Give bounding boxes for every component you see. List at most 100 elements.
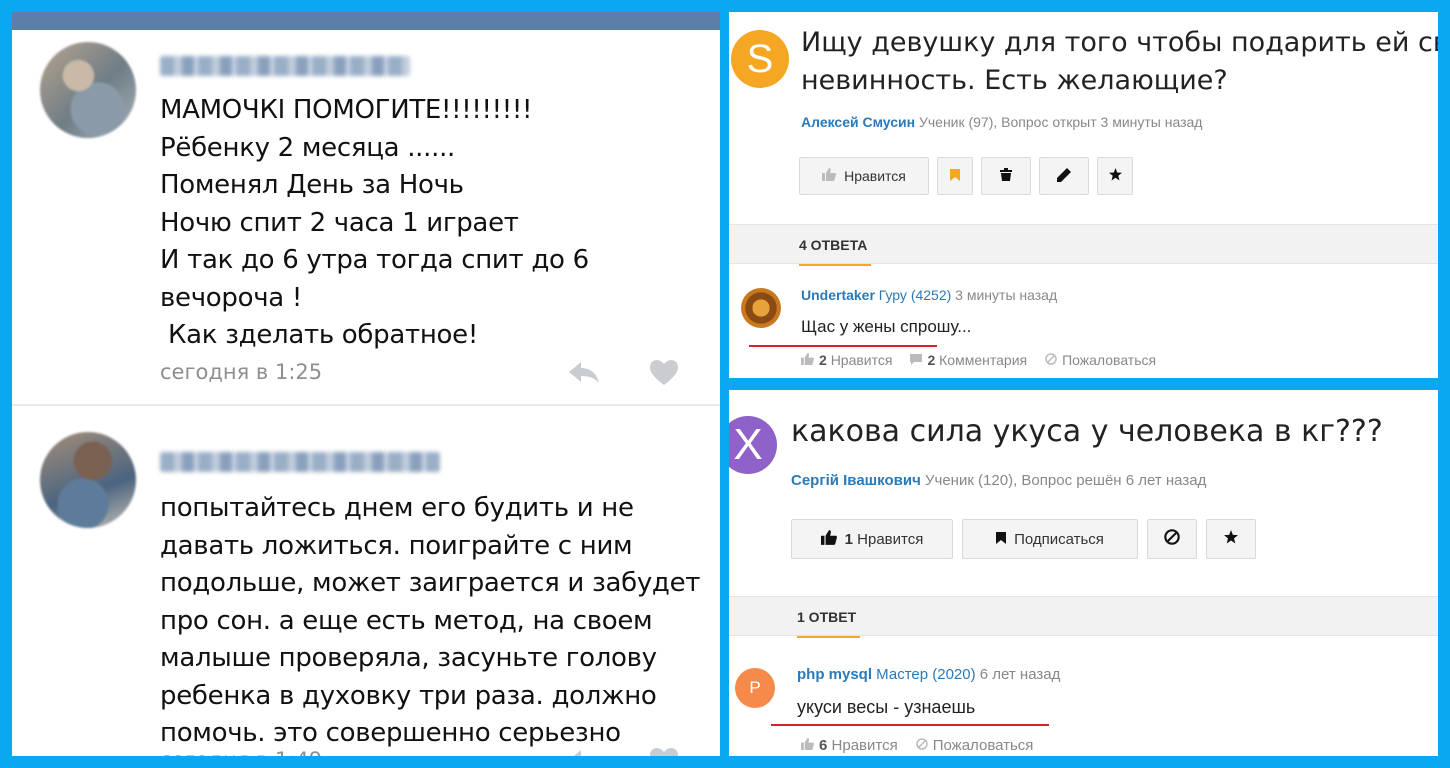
heart-icon[interactable] xyxy=(650,748,678,756)
post-line: И так до 6 утра тогда спит до 6 xyxy=(160,245,589,275)
post-timestamp[interactable]: сегодня в 1:25 xyxy=(160,360,322,384)
post-line: про сон. а еще есть метод, на своем xyxy=(160,605,653,636)
like-label: Нравится xyxy=(857,530,924,548)
subscribe-button[interactable]: Подписаться xyxy=(962,519,1138,559)
bookmark-icon xyxy=(996,531,1007,548)
answer-report-button[interactable]: Пожаловаться xyxy=(1045,352,1156,368)
edit-button[interactable] xyxy=(1039,157,1089,195)
block-icon xyxy=(915,737,928,754)
thumbs-up-icon xyxy=(801,352,814,368)
answers-count[interactable]: 4 ОТВЕТА xyxy=(799,237,872,266)
answer-like-count: 6 xyxy=(819,737,828,754)
author-name-blurred[interactable] xyxy=(160,452,440,472)
thumbs-up-icon xyxy=(822,168,837,184)
question-status: Ученик (97), Вопрос открыт 3 минуты наза… xyxy=(915,114,1203,130)
pencil-icon xyxy=(1057,167,1071,185)
post-line: МАМОЧКІ ПОМОГИТЕ!!!!!!!!! xyxy=(160,95,533,125)
answer-text: Щас у жены спрошу... xyxy=(801,317,972,336)
post-line: подольше, может заиграется и забудет xyxy=(160,568,701,598)
bookmark-button[interactable] xyxy=(937,157,973,195)
question-panel: X какова сила укуса у человека в кг??? С… xyxy=(729,390,1438,756)
author-name-blurred[interactable] xyxy=(160,56,410,76)
answer-author-avatar[interactable] xyxy=(741,288,781,328)
thumbs-up-icon xyxy=(820,529,837,549)
post-line: давать ложиться. поиграйте с ним xyxy=(160,530,633,561)
answer-author-rank[interactable]: Мастер (2020) xyxy=(872,666,975,683)
answer-author-avatar[interactable]: P xyxy=(735,668,775,708)
vk-post: попытайтесь днем его будить и не давать … xyxy=(12,404,720,756)
answer-time: 6 лет назад xyxy=(975,666,1061,683)
answer-author-link[interactable]: Undertaker xyxy=(801,287,875,303)
question-author-avatar[interactable]: S xyxy=(731,30,789,88)
comment-icon xyxy=(910,352,923,368)
avatar[interactable] xyxy=(40,432,136,528)
post-line: Поменял День за Ночь xyxy=(160,170,464,200)
star-icon xyxy=(1224,530,1238,548)
vk-post: МАМОЧКІ ПОМОГИТЕ!!!!!!!!! Рёбенку 2 меся… xyxy=(12,30,720,402)
answer-report-button[interactable]: Пожаловаться xyxy=(915,737,1034,754)
question-toolbar: 1 Нравится Подписаться xyxy=(791,519,1256,559)
vk-header-bar xyxy=(12,12,720,30)
post-line: Рёбенку 2 месяца ...... xyxy=(160,132,455,163)
answer-like-button[interactable]: 2 Нравится xyxy=(801,352,892,368)
answer-comments-button[interactable]: 2 Комментария xyxy=(910,352,1027,368)
answers-header: 1 ОТВЕТ xyxy=(729,596,1438,638)
answer-like-count: 2 xyxy=(819,352,827,368)
trash-icon xyxy=(1000,168,1012,184)
post-line: малыше проверяла, засуньте голову xyxy=(160,643,657,673)
answer-time: 3 минуты назад xyxy=(951,287,1058,303)
question-status: Ученик (120), Вопрос решён 6 лет назад xyxy=(920,472,1207,489)
question-meta: Алексей Смусин Ученик (97), Вопрос откры… xyxy=(801,114,1202,130)
red-underline xyxy=(749,345,937,347)
question-toolbar: Нравится xyxy=(799,157,1133,195)
reply-icon[interactable] xyxy=(567,360,601,384)
answer-comments-label: Комментария xyxy=(939,352,1028,368)
block-icon xyxy=(1045,352,1057,368)
answer-comments-count: 2 xyxy=(927,352,936,368)
post-line: вечороча ! xyxy=(160,282,302,313)
answer-actions: 2 Нравится 2 Комментария Пожаловаться xyxy=(801,352,1156,368)
post-text: попытайтесь днем его будить и не давать … xyxy=(160,490,700,753)
like-button[interactable]: Нравится xyxy=(799,157,929,195)
block-button[interactable] xyxy=(1147,519,1197,559)
question-author-avatar[interactable]: X xyxy=(729,416,777,474)
answer-report-label: Пожаловаться xyxy=(1062,352,1157,368)
question-meta: Сергій Івашкович Ученик (120), Вопрос ре… xyxy=(791,472,1206,489)
question-title: какова сила укуса у человека в кг??? xyxy=(791,414,1383,449)
post-line: попытайтесь днем его будить и не xyxy=(160,493,634,523)
post-line: ребенка в духовку три раза. должно xyxy=(160,680,657,711)
answer-like-label: Нравится xyxy=(831,737,898,754)
vk-panel: МАМОЧКІ ПОМОГИТЕ!!!!!!!!! Рёбенку 2 меся… xyxy=(12,12,720,756)
post-text: МАМОЧКІ ПОМОГИТЕ!!!!!!!!! Рёбенку 2 меся… xyxy=(160,92,700,355)
answer-report-label: Пожаловаться xyxy=(932,737,1034,754)
answer-author-rank[interactable]: Гуру (4252) xyxy=(875,287,952,303)
heart-icon[interactable] xyxy=(650,360,678,386)
delete-button[interactable] xyxy=(981,157,1031,195)
answer-actions: 6 Нравится Пожаловаться xyxy=(801,737,1033,754)
post-line: Ночю спит 2 часа 1 играет xyxy=(160,207,519,238)
red-underline xyxy=(771,724,1049,726)
answer-like-label: Нравится xyxy=(830,352,893,368)
answer-like-button[interactable]: 6 Нравится xyxy=(801,737,898,754)
bookmark-icon xyxy=(950,168,960,184)
question-panel: S Ищу девушку для того чтобы подарить ей… xyxy=(729,12,1438,378)
answers-count[interactable]: 1 ОТВЕТ xyxy=(797,609,861,638)
reply-icon[interactable] xyxy=(567,748,601,756)
block-icon xyxy=(1164,529,1180,549)
question-author-link[interactable]: Сергій Івашкович xyxy=(791,472,921,489)
answer-meta: php mysql Мастер (2020) 6 лет назад xyxy=(797,666,1060,683)
star-icon xyxy=(1108,168,1122,184)
avatar[interactable] xyxy=(40,42,136,138)
post-line: Как зделать обратное! xyxy=(160,320,478,350)
like-button[interactable]: 1 Нравится xyxy=(791,519,953,559)
answer-meta: Undertaker Гуру (4252) 3 минуты назад xyxy=(801,287,1057,303)
question-title: Ищу девушку для того чтобы подарить ей с… xyxy=(801,27,1438,96)
favorite-button[interactable] xyxy=(1206,519,1256,559)
question-author-link[interactable]: Алексей Смусин xyxy=(801,114,915,130)
answer-author-link[interactable]: php mysql xyxy=(797,666,872,683)
thumbs-up-icon xyxy=(801,737,814,754)
favorite-button[interactable] xyxy=(1097,157,1133,195)
post-timestamp[interactable]: сегодня в 1:49 xyxy=(160,748,322,756)
post-line: помочь. это совершенно серьезно xyxy=(160,718,621,748)
answer-text: укуси весы - узнаешь xyxy=(797,697,976,717)
